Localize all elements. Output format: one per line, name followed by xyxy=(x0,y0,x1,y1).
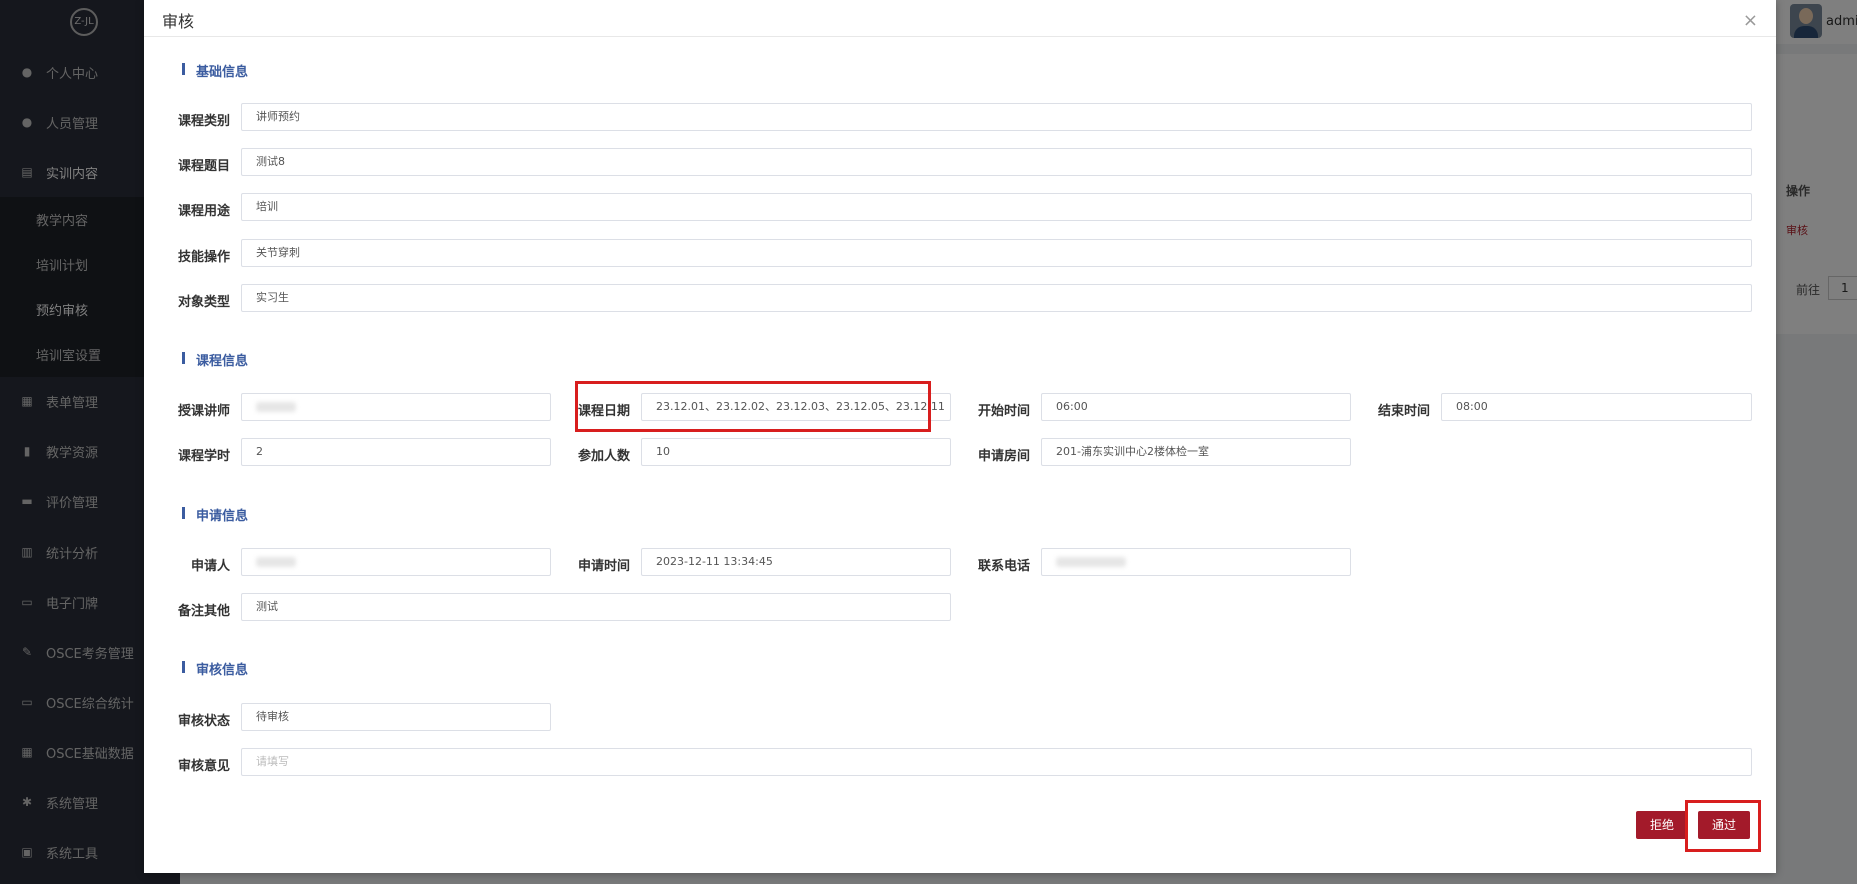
course-category-label: 课程类别 xyxy=(177,114,230,129)
section-apply-info: 申请信息 xyxy=(182,505,248,524)
section-review-info: 审核信息 xyxy=(182,659,248,678)
section-course-info: 课程信息 xyxy=(182,350,248,369)
review-status-label: 审核状态 xyxy=(177,714,230,729)
course-topic-field[interactable]: 测试8 xyxy=(241,148,1752,176)
applicant-label: 申请人 xyxy=(190,559,230,574)
highlight-approve xyxy=(1685,800,1761,852)
apply-time-field[interactable]: 2023-12-11 13:34:45 xyxy=(641,548,951,576)
highlight-course-date xyxy=(575,381,931,432)
course-hours-label: 课程学时 xyxy=(177,449,230,464)
review-opinion-label: 审核意见 xyxy=(177,759,230,774)
review-dialog: 审核 × 基础信息 课程类别 讲师预约 课程题目 测试8 课程用途 培训 技能操… xyxy=(144,0,1776,873)
review-opinion-input[interactable]: 请填写 xyxy=(241,748,1752,776)
target-type-label: 对象类型 xyxy=(177,295,230,310)
reject-button[interactable]: 拒绝 xyxy=(1636,811,1688,839)
close-icon[interactable]: × xyxy=(1743,10,1758,31)
target-type-field[interactable]: 实习生 xyxy=(241,284,1752,312)
skill-operation-field[interactable]: 关节穿刺 xyxy=(241,239,1752,267)
end-time-label: 结束时间 xyxy=(1377,404,1430,419)
participants-field[interactable]: 10 xyxy=(641,438,951,466)
redacted-applicant xyxy=(256,557,296,567)
redacted-teacher xyxy=(256,402,296,412)
skill-operation-label: 技能操作 xyxy=(177,250,230,265)
redacted-phone xyxy=(1056,557,1126,567)
remark-field[interactable]: 测试 xyxy=(241,593,951,621)
start-time-field[interactable]: 06:00 xyxy=(1041,393,1351,421)
applicant-field[interactable] xyxy=(241,548,551,576)
room-label: 申请房间 xyxy=(977,449,1030,464)
start-time-label: 开始时间 xyxy=(977,404,1030,419)
teacher-label: 授课讲师 xyxy=(177,404,230,419)
phone-field[interactable] xyxy=(1041,548,1351,576)
end-time-field[interactable]: 08:00 xyxy=(1441,393,1752,421)
apply-time-label: 申请时间 xyxy=(577,559,630,574)
course-category-field[interactable]: 讲师预约 xyxy=(241,103,1752,131)
dialog-title: 审核 xyxy=(162,12,195,31)
remark-label: 备注其他 xyxy=(177,604,230,619)
participants-label: 参加人数 xyxy=(577,449,630,464)
section-basic-info: 基础信息 xyxy=(182,61,248,80)
course-purpose-label: 课程用途 xyxy=(177,204,230,219)
dialog-divider xyxy=(144,36,1776,37)
phone-label: 联系电话 xyxy=(977,559,1030,574)
course-hours-field[interactable]: 2 xyxy=(241,438,551,466)
course-topic-label: 课程题目 xyxy=(177,159,230,174)
teacher-field[interactable] xyxy=(241,393,551,421)
course-purpose-field[interactable]: 培训 xyxy=(241,193,1752,221)
review-status-field[interactable]: 待审核 xyxy=(241,703,551,731)
room-field[interactable]: 201-浦东实训中心2楼体检一室 xyxy=(1041,438,1351,466)
